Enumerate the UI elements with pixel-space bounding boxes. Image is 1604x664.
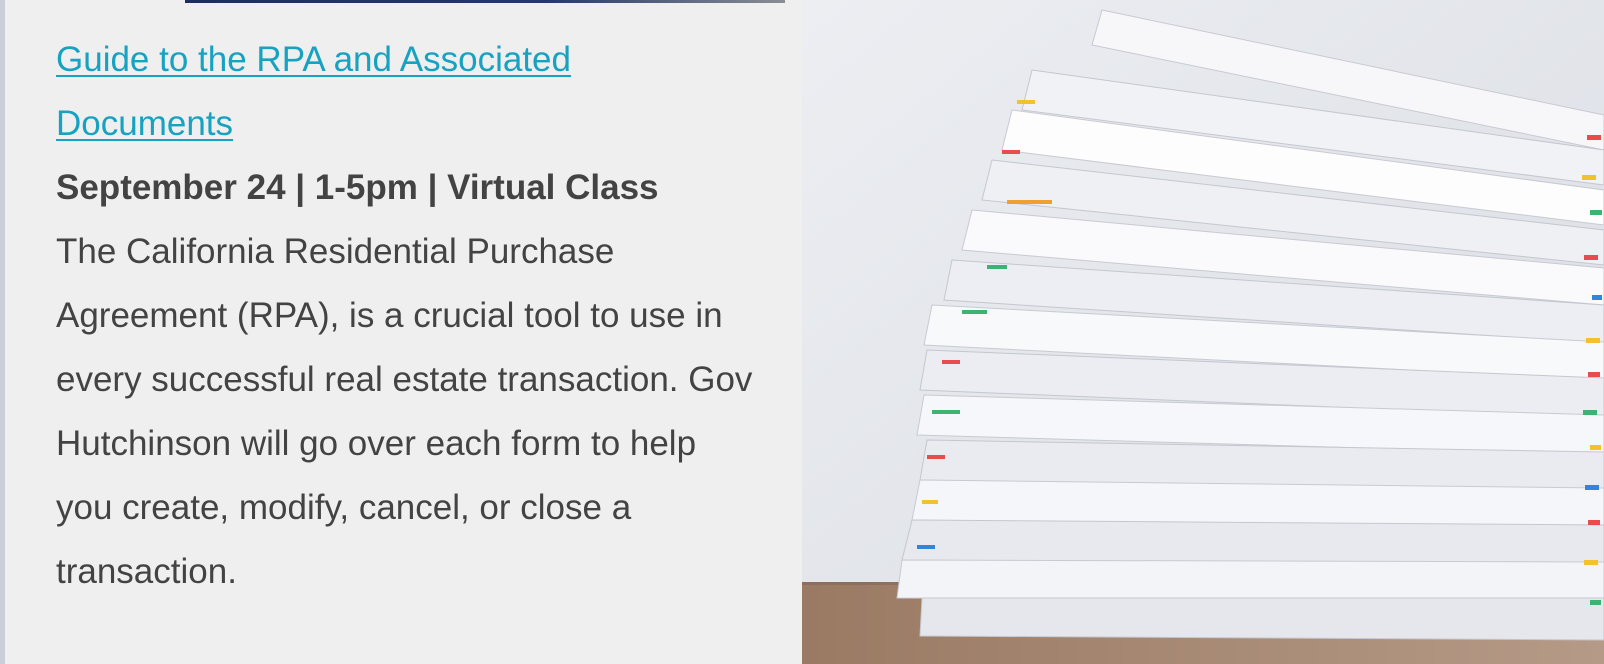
documents-photo [802, 0, 1604, 664]
top-image-edge-strip [185, 0, 785, 3]
event-content: Guide to the RPA and Associated Document… [56, 28, 756, 604]
event-date-time: September 24 | 1-5pm | Virtual Class [56, 168, 659, 207]
event-title-link[interactable]: Guide to the RPA and Associated Document… [56, 28, 756, 156]
paper-stack-image [802, 0, 1604, 664]
event-card: Guide to the RPA and Associated Document… [0, 0, 1604, 664]
event-description: The California Residential Purchase Agre… [56, 232, 753, 591]
event-text-panel: Guide to the RPA and Associated Document… [0, 0, 802, 664]
left-border-strip [0, 0, 5, 664]
